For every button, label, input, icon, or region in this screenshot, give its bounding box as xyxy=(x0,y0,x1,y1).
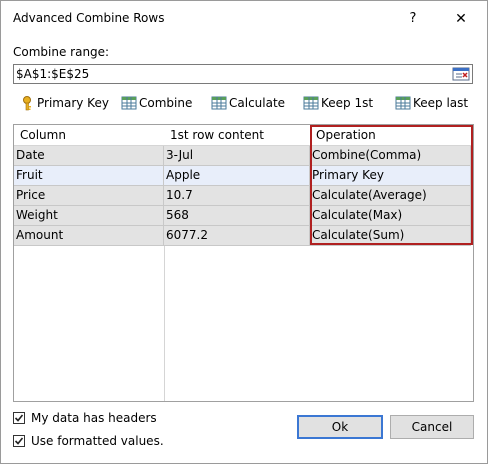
primary-key-button[interactable]: Primary Key xyxy=(19,93,109,113)
content-cell: Apple xyxy=(164,166,310,186)
formatted-checkbox[interactable] xyxy=(13,435,25,447)
table-row[interactable]: Date 3-Jul Combine(Comma) xyxy=(14,146,471,166)
content-cell: 3-Jul xyxy=(164,146,310,166)
combine-table-icon xyxy=(121,95,137,111)
combine-label: Combine xyxy=(139,96,193,110)
column-cell: Fruit xyxy=(14,166,164,186)
combine-range-label: Combine range: xyxy=(13,45,110,59)
calculate-button[interactable]: Calculate xyxy=(211,93,285,113)
calculate-table-icon xyxy=(211,95,227,111)
column-cell: Weight xyxy=(14,206,164,226)
window-title: Advanced Combine Rows xyxy=(13,11,165,25)
column-cell: Amount xyxy=(14,226,164,246)
headers-checkbox-row[interactable]: My data has headers xyxy=(13,411,157,425)
header-operation[interactable]: Operation xyxy=(310,125,473,146)
header-column[interactable]: Column xyxy=(14,125,164,146)
formatted-checkbox-row[interactable]: Use formatted values. xyxy=(13,434,164,448)
columns-grid: Column 1st row content Operation Date 3-… xyxy=(13,124,474,402)
keep-first-label: Keep 1st xyxy=(321,96,374,110)
grid-divider xyxy=(164,246,165,401)
combine-button[interactable]: Combine xyxy=(121,93,192,113)
ok-button[interactable]: Ok xyxy=(297,415,383,439)
header-column-label: Column xyxy=(20,128,66,142)
header-first-row-content-label: 1st row content xyxy=(170,128,264,142)
operation-cell[interactable]: Calculate(Sum) xyxy=(310,226,471,246)
headers-checkbox[interactable] xyxy=(13,412,25,424)
table-row[interactable]: Price 10.7 Calculate(Average) xyxy=(14,186,471,206)
help-button[interactable]: ? xyxy=(401,7,425,31)
formatted-checkbox-label: Use formatted values. xyxy=(31,434,164,448)
primary-key-label: Primary Key xyxy=(37,96,109,110)
content-cell: 6077.2 xyxy=(164,226,310,246)
operation-cell[interactable]: Calculate(Max) xyxy=(310,206,471,226)
operation-cell[interactable]: Primary Key xyxy=(310,166,471,186)
advanced-combine-rows-dialog: Advanced Combine Rows ? ✕ Combine range: xyxy=(0,0,488,464)
keep-last-button[interactable]: Keep last xyxy=(395,93,468,113)
header-operation-label: Operation xyxy=(316,128,376,142)
cancel-button[interactable]: Cancel xyxy=(390,415,474,439)
operation-toolbar: Primary Key Combine Calculate Keep 1st K… xyxy=(1,93,487,115)
range-picker-icon[interactable] xyxy=(452,66,470,82)
close-button[interactable]: ✕ xyxy=(449,7,473,31)
keep-first-button[interactable]: Keep 1st xyxy=(303,93,373,113)
column-cell: Date xyxy=(14,146,164,166)
title-bar: Advanced Combine Rows ? ✕ xyxy=(1,1,487,37)
keep-last-table-icon xyxy=(395,95,411,111)
content-cell: 568 xyxy=(164,206,310,226)
keep-last-label: Keep last xyxy=(413,96,469,110)
table-row[interactable]: Weight 568 Calculate(Max) xyxy=(14,206,471,226)
headers-checkbox-label: My data has headers xyxy=(31,411,157,425)
operation-cell[interactable]: Calculate(Average) xyxy=(310,186,471,206)
table-row[interactable]: Amount 6077.2 Calculate(Sum) xyxy=(14,226,471,246)
column-cell: Price xyxy=(14,186,164,206)
calculate-label: Calculate xyxy=(229,96,286,110)
header-first-row-content[interactable]: 1st row content xyxy=(164,125,310,146)
grid-header: Column 1st row content Operation xyxy=(14,125,473,146)
table-row-selected[interactable]: Fruit Apple Primary Key xyxy=(14,166,471,186)
combine-range-input[interactable] xyxy=(16,66,446,82)
operation-cell[interactable]: Combine(Comma) xyxy=(310,146,471,166)
combine-range-field[interactable] xyxy=(13,64,473,84)
content-cell: 10.7 xyxy=(164,186,310,206)
key-icon xyxy=(19,95,35,111)
keep-first-table-icon xyxy=(303,95,319,111)
